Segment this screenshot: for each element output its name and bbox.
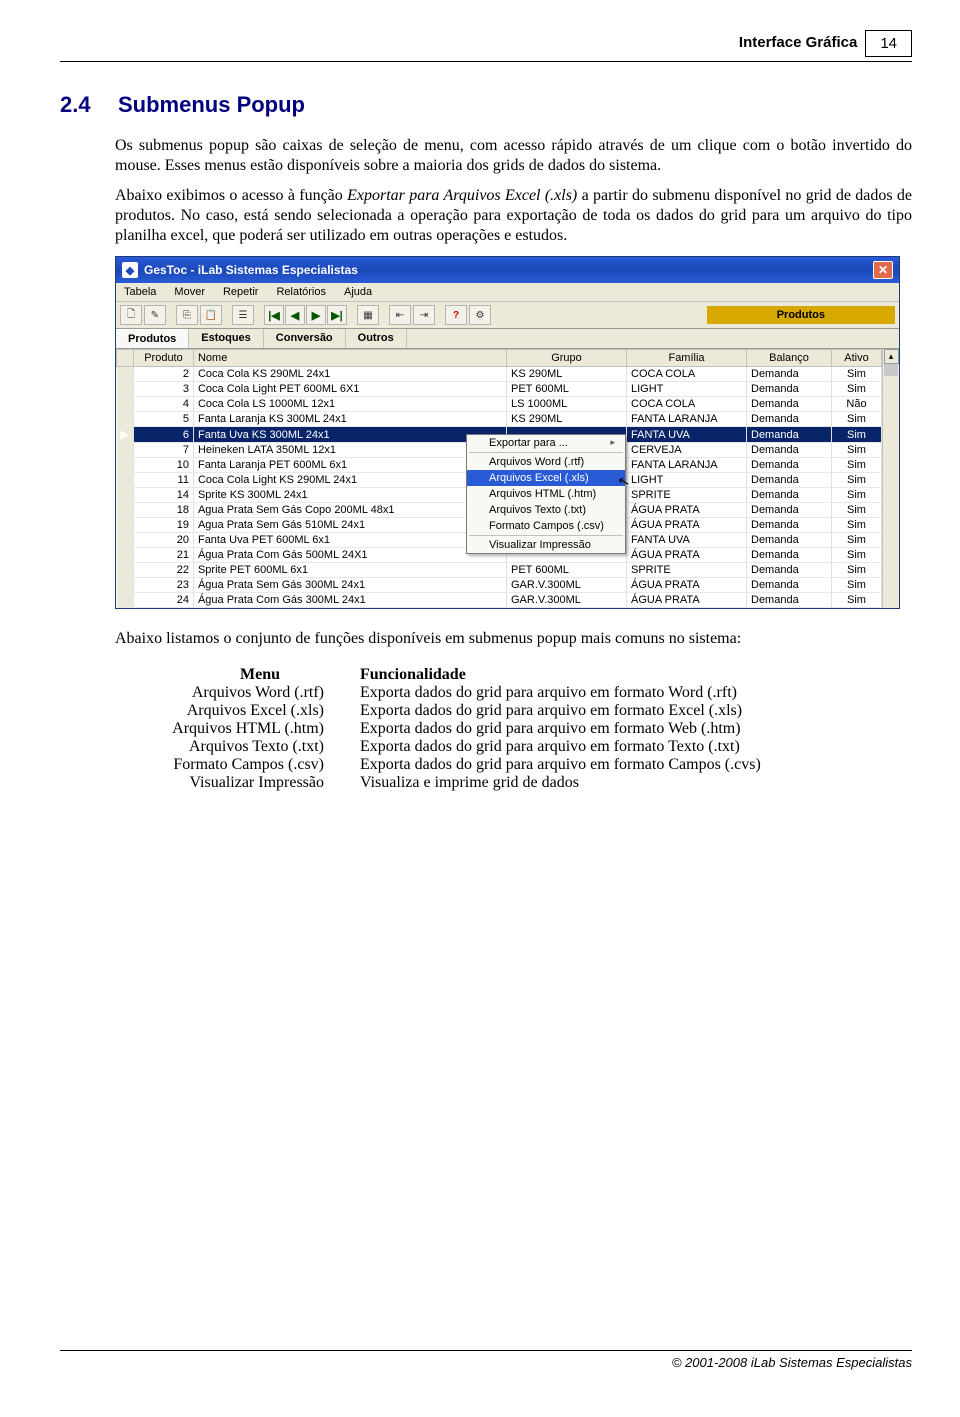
col-grupo[interactable]: Grupo <box>507 350 627 367</box>
toolbar: 🗋 ✎ ⎘ 📋 ☰ |◀ ◀ ▶ ▶| ▦ ⇤ ⇥ ? ⚙ Produtos <box>116 302 899 329</box>
titlebar: ◆ GesToc - iLab Sistemas Especialistas ✕ <box>116 257 899 283</box>
para-2: Abaixo exibimos o acesso à função Export… <box>115 186 912 246</box>
tab-outros[interactable]: Outros <box>346 329 407 348</box>
tool-tree-icon[interactable]: ☰ <box>232 305 254 325</box>
context-menu: Exportar para ...▸ Arquivos Word (.rtf)A… <box>466 434 626 554</box>
nav-last-icon[interactable]: ▶| <box>327 305 347 325</box>
col-ativo[interactable]: Ativo <box>832 350 882 367</box>
context-item[interactable]: Arquivos Texto (.txt) <box>467 502 625 518</box>
func-header-func: Funcionalidade <box>360 666 912 684</box>
table-row[interactable]: 2Coca Cola KS 290ML 24x1KS 290MLCOCA COL… <box>117 367 882 382</box>
caption: Abaixo listamos o conjunto de funções di… <box>115 629 912 650</box>
tool-grid-icon[interactable]: ▦ <box>357 305 379 325</box>
col-familia[interactable]: Família <box>627 350 747 367</box>
context-item[interactable]: Formato Campos (.csv) <box>467 518 625 534</box>
nav-first-icon[interactable]: |◀ <box>264 305 284 325</box>
col-nome[interactable]: Nome <box>193 350 506 367</box>
menu-tabela[interactable]: Tabela <box>120 285 160 299</box>
tab-conversao[interactable]: Conversão <box>264 329 346 348</box>
tool-copy-icon[interactable]: ⎘ <box>176 305 198 325</box>
menu-repetir[interactable]: Repetir <box>219 285 262 299</box>
table-row[interactable]: 4Coca Cola LS 1000ML 12x1LS 1000MLCOCA C… <box>117 397 882 412</box>
footer-text: © 2001-2008 iLab Sistemas Especialistas <box>60 1355 912 1370</box>
context-header[interactable]: Exportar para ...▸ <box>467 435 625 451</box>
table-row[interactable]: 3Coca Cola Light PET 600ML 6X1PET 600MLL… <box>117 382 882 397</box>
func-row: Arquivos HTML (.htm)Exporta dados do gri… <box>160 720 912 738</box>
section-title: Submenus Popup <box>118 92 305 118</box>
table-row[interactable]: 23Água Prata Sem Gás 300ML 24x1GAR.V.300… <box>117 578 882 593</box>
context-item[interactable]: Arquivos Word (.rtf) <box>467 454 625 470</box>
section-number: 2.4 <box>60 92 118 118</box>
tool-indent-right-icon[interactable]: ⇥ <box>413 305 435 325</box>
footer: © 2001-2008 iLab Sistemas Especialistas <box>60 1350 912 1370</box>
func-row: Arquivos Excel (.xls)Exporta dados do gr… <box>160 702 912 720</box>
close-button[interactable]: ✕ <box>873 261 893 279</box>
menu-relatorios[interactable]: Relatórios <box>272 285 330 299</box>
nav-buttons: |◀ ◀ ▶ ▶| <box>264 305 347 325</box>
tool-settings-icon[interactable]: ⚙ <box>469 305 491 325</box>
menubar: Tabela Mover Repetir Relatórios Ajuda <box>116 283 899 302</box>
menu-mover[interactable]: Mover <box>170 285 209 299</box>
app-icon: ◆ <box>122 262 138 278</box>
header-title: Interface Gráfica <box>739 30 857 51</box>
tool-paste-icon[interactable]: 📋 <box>200 305 222 325</box>
scroll-up-icon[interactable]: ▴ <box>884 349 899 364</box>
func-row: Arquivos Texto (.txt)Exporta dados do gr… <box>160 738 912 756</box>
tool-new-icon[interactable]: 🗋 <box>120 305 142 325</box>
context-item[interactable]: Arquivos Excel (.xls) <box>467 470 625 486</box>
table-row[interactable]: 5Fanta Laranja KS 300ML 24x1KS 290MLFANT… <box>117 412 882 427</box>
context-visualizar[interactable]: Visualizar Impressão <box>467 537 625 553</box>
table-row[interactable]: 24Água Prata Com Gás 300ML 24x1GAR.V.300… <box>117 593 882 608</box>
col-marker <box>117 350 134 367</box>
func-header-menu: Menu <box>160 666 360 684</box>
menu-ajuda[interactable]: Ajuda <box>340 285 376 299</box>
app-title: GesToc - iLab Sistemas Especialistas <box>144 263 358 277</box>
vertical-scrollbar[interactable]: ▴ <box>882 349 899 608</box>
tab-produtos[interactable]: Produtos <box>116 329 189 348</box>
func-row: Arquivos Word (.rtf)Exporta dados do gri… <box>160 684 912 702</box>
tool-help-icon[interactable]: ? <box>445 305 467 325</box>
para-1: Os submenus popup são caixas de seleção … <box>115 136 912 176</box>
section-heading: 2.4 Submenus Popup <box>60 92 912 118</box>
col-balanco[interactable]: Balanço <box>747 350 832 367</box>
tabs: Produtos Estoques Conversão Outros <box>116 329 899 349</box>
tool-indent-left-icon[interactable]: ⇤ <box>389 305 411 325</box>
nav-prev-icon[interactable]: ◀ <box>285 305 305 325</box>
function-table: Menu Funcionalidade Arquivos Word (.rtf)… <box>160 666 912 792</box>
func-row: Visualizar ImpressãoVisualiza e imprime … <box>160 774 912 792</box>
nav-next-icon[interactable]: ▶ <box>306 305 326 325</box>
context-item[interactable]: Arquivos HTML (.htm) <box>467 486 625 502</box>
toolbar-module-label: Produtos <box>707 306 895 324</box>
app-window: ◆ GesToc - iLab Sistemas Especialistas ✕… <box>115 256 900 609</box>
page-number: 14 <box>865 30 912 57</box>
header-rule <box>60 61 912 62</box>
col-produto[interactable]: Produto <box>133 350 193 367</box>
func-row: Formato Campos (.csv)Exporta dados do gr… <box>160 756 912 774</box>
tool-edit-icon[interactable]: ✎ <box>144 305 166 325</box>
tab-estoques[interactable]: Estoques <box>189 329 264 348</box>
data-grid[interactable]: Produto Nome Grupo Família Balanço Ativo… <box>116 349 899 608</box>
table-row[interactable]: 22Sprite PET 600ML 6x1PET 600MLSPRITEDem… <box>117 563 882 578</box>
